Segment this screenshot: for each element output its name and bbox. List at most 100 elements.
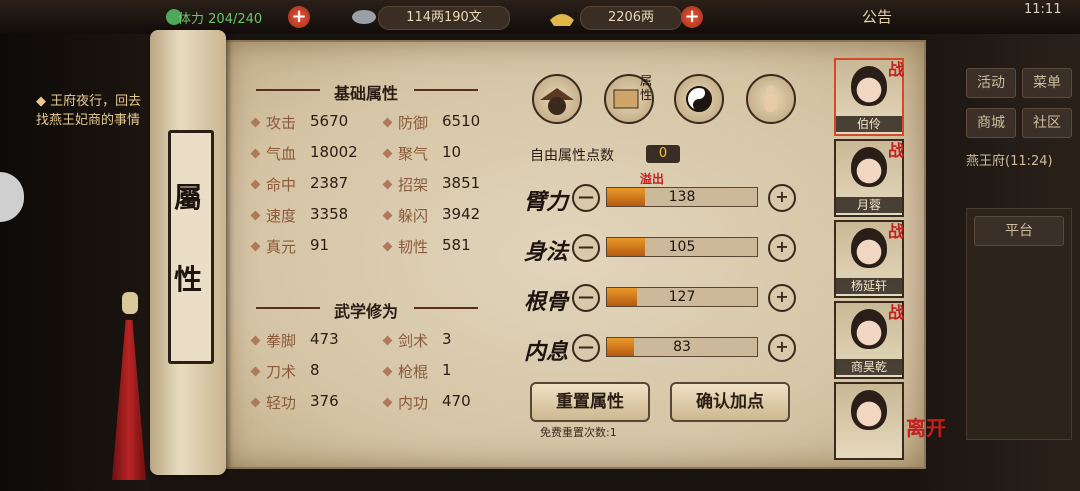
scroll-title-char-2: 性 (173, 263, 202, 296)
attribute-tab-label: 属性 (640, 74, 653, 102)
battle-tag: 战 (887, 303, 904, 322)
martial-label: 轻功 (266, 394, 297, 412)
stamina-value: 体力 204/240 (178, 12, 263, 27)
confirm-points-button[interactable]: 确认加点 (670, 382, 790, 422)
section-divider (256, 89, 320, 91)
decrease-button[interactable]: — (572, 184, 600, 212)
stat-value: 581 (442, 236, 471, 254)
attr-value: 138 (668, 189, 696, 205)
stat-label: 招架 (398, 176, 429, 194)
party-member-card[interactable] (834, 382, 904, 460)
body-icon[interactable] (746, 74, 796, 124)
martial-label: 内功 (398, 394, 429, 412)
location-label: 燕王府(11:24) (966, 154, 1053, 169)
stat-label: 真元 (266, 238, 297, 256)
attr-name: 内息 (524, 339, 569, 365)
stat-label: 躲闪 (398, 207, 429, 225)
taiji-icon[interactable] (674, 74, 724, 124)
stat-value: 5670 (310, 112, 349, 130)
stat-label: 气血 (266, 145, 297, 163)
increase-button[interactable]: + (768, 284, 796, 312)
attr-name: 臂力 (524, 189, 569, 215)
stat-label: 速度 (266, 207, 297, 225)
basic-attributes-title: 基础属性 (333, 84, 398, 103)
stat-label: 防御 (398, 114, 429, 132)
increase-button[interactable]: + (768, 334, 796, 362)
money-value: 114两190文 (378, 6, 510, 30)
increase-button[interactable]: + (768, 184, 796, 212)
community-button[interactable]: 社区 (1022, 108, 1072, 138)
battle-tag: 战 (887, 141, 904, 160)
add-stamina-button[interactable]: + (288, 6, 310, 28)
stat-value: 3942 (442, 205, 481, 223)
hat-icon[interactable] (532, 74, 582, 124)
attr-name: 根骨 (524, 289, 569, 315)
scroll-title-frame (168, 130, 214, 364)
stat-value: 18002 (310, 143, 358, 161)
attr-bar: 138 (606, 187, 758, 207)
clock: 11:11 (1024, 2, 1062, 17)
stat-value: 3851 (442, 174, 481, 192)
stat-value: 2387 (310, 174, 349, 192)
reset-attributes-button[interactable]: 重置属性 (530, 382, 650, 422)
martial-label: 拳脚 (266, 332, 297, 350)
decrease-button[interactable]: — (572, 284, 600, 312)
battle-tag: 战 (887, 60, 904, 79)
section-divider (414, 307, 478, 309)
attr-bar: 127 (606, 287, 758, 307)
menu-button[interactable]: 菜单 (1022, 68, 1072, 98)
notice-button[interactable]: 公告 (862, 6, 892, 27)
stat-value: 3358 (310, 205, 349, 223)
avatar (851, 309, 887, 349)
attr-name: 身法 (524, 239, 569, 265)
decrease-button[interactable]: — (572, 234, 600, 262)
stat-label: 命中 (266, 176, 297, 194)
attr-value: 127 (668, 289, 696, 305)
decrease-button[interactable]: — (572, 334, 600, 362)
attr-value: 83 (673, 339, 691, 355)
free-points-label: 自由属性点数 (530, 148, 614, 164)
avatar (851, 66, 887, 106)
ingot-icon (548, 6, 576, 28)
increase-button[interactable]: + (768, 234, 796, 262)
party-member-card[interactable]: 战月蓉 (834, 139, 904, 217)
stat-label: 攻击 (266, 114, 297, 132)
add-gold-button[interactable]: + (681, 6, 703, 28)
stat-value: 91 (310, 236, 330, 254)
platform-button[interactable]: 平台 (974, 216, 1064, 246)
section-divider (256, 307, 320, 309)
shop-button[interactable]: 商城 (966, 108, 1016, 138)
martial-value: 376 (310, 392, 339, 410)
party-member-name: 月蓉 (836, 197, 902, 213)
martial-value: 3 (442, 330, 452, 348)
battle-tag: 战 (887, 222, 904, 241)
attr-value: 105 (668, 239, 696, 255)
party-member-name: 杨延轩 (836, 278, 902, 294)
section-divider (414, 89, 478, 91)
overflow-label: 溢出 (640, 172, 665, 186)
party-member-card[interactable]: 战商昊乾 (834, 301, 904, 379)
martial-value: 473 (310, 330, 339, 348)
tassel-knot (122, 292, 138, 314)
activity-button[interactable]: 活动 (966, 68, 1016, 98)
avatar (851, 390, 887, 430)
free-points-value: 0 (646, 145, 680, 163)
party-member-card[interactable]: 战杨延轩 (834, 220, 904, 298)
martial-label: 枪棍 (398, 363, 429, 381)
avatar (851, 147, 887, 187)
party-member-card[interactable]: 战伯伶 (834, 58, 904, 136)
party-member-name: 商昊乾 (836, 359, 902, 375)
martial-label: 刀术 (266, 363, 297, 381)
gold-value: 2206两 (580, 6, 682, 30)
leave-button[interactable]: 离开 (906, 412, 946, 441)
martial-value: 1 (442, 361, 452, 379)
free-reset-count: 免费重置次数:1 (540, 426, 617, 439)
martial-value: 470 (442, 392, 471, 410)
martial-label: 剑术 (398, 332, 429, 350)
attr-bar: 83 (606, 337, 758, 357)
stat-value: 6510 (442, 112, 481, 130)
quest-text[interactable]: ◆ 王府夜行，回去找燕王妃商的事情 (36, 92, 154, 130)
stat-label: 聚气 (398, 145, 429, 163)
martial-value: 8 (310, 361, 320, 379)
avatar (851, 228, 887, 268)
